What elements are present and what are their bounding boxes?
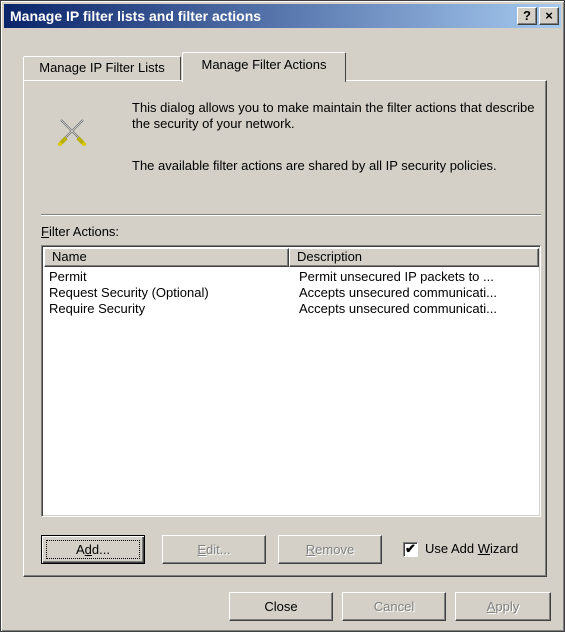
list-item-description[interactable]: Permit unsecured IP packets to ... (299, 268, 539, 285)
manage-ip-filter-dialog: Manage IP filter lists and filter action… (0, 0, 565, 632)
add-button[interactable]: Add... (41, 535, 145, 564)
list-item-name[interactable]: Require Security (49, 300, 284, 317)
tab-manage-filter-actions[interactable]: Manage Filter Actions (182, 52, 346, 82)
close-window-button[interactable]: × (539, 7, 559, 25)
window-title: Manage IP filter lists and filter action… (10, 8, 262, 24)
apply-button[interactable]: Apply (455, 592, 551, 621)
info-shared: The available filter actions are shared … (132, 158, 497, 173)
filter-actions-label: Filter Actions: (41, 224, 120, 239)
checkmark-icon: ✔ (405, 541, 416, 556)
close-button[interactable]: Close (229, 592, 333, 621)
edit-button[interactable]: Edit... (162, 535, 266, 564)
use-add-wizard-label[interactable]: Use Add Wizard (425, 541, 518, 556)
list-item-description[interactable]: Accepts unsecured communicati... (299, 300, 539, 317)
list-item-description[interactable]: Accepts unsecured communicati... (299, 284, 539, 301)
info-description: This dialog allows you to make maintain … (132, 100, 535, 131)
crossed-swords-icon (58, 119, 86, 146)
close-icon: × (545, 8, 553, 23)
remove-button[interactable]: Remove (278, 535, 382, 564)
use-add-wizard-checkbox[interactable]: ✔ (403, 542, 418, 557)
cancel-button[interactable]: Cancel (342, 592, 446, 621)
tab-manage-ip-filter-lists[interactable]: Manage IP Filter Lists (23, 56, 181, 80)
list-item-name[interactable]: Request Security (Optional) (49, 284, 284, 301)
list-item-name[interactable]: Permit (49, 268, 284, 285)
separator (41, 214, 541, 216)
focus-rectangle (46, 540, 140, 559)
title-bar[interactable]: Manage IP filter lists and filter action… (4, 4, 561, 28)
tab-panel: This dialog allows you to make maintain … (23, 80, 547, 577)
column-header-name[interactable]: Name (44, 248, 289, 267)
column-header-description[interactable]: Description (289, 248, 539, 267)
help-icon: ? (523, 8, 531, 23)
help-button[interactable]: ? (517, 7, 537, 25)
filter-actions-list[interactable]: Name Description Permit Permit unsecured… (41, 245, 541, 517)
